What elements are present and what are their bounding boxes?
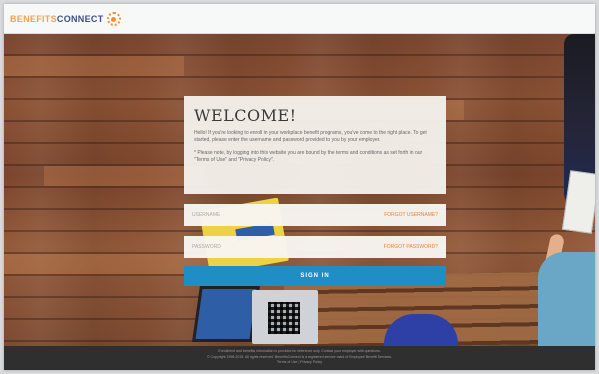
footer-links[interactable]: Terms of Use | Privacy Policy (4, 360, 595, 366)
page-footer: Enrollment and benefits information is p… (4, 346, 595, 370)
welcome-terms-note: * Please note, by logging into this webs… (194, 150, 423, 163)
welcome-heading: WELCOME! (194, 106, 297, 125)
forgot-username-link[interactable]: FORGOT USERNAME? (384, 212, 438, 218)
username-field: FORGOT USERNAME? (184, 204, 446, 226)
forgot-password-link[interactable]: FORGOT PASSWORD? (384, 244, 438, 250)
logo-word-connect: CONNECT (56, 14, 104, 24)
password-input[interactable] (192, 244, 352, 250)
person-shirt-image (538, 252, 595, 348)
brand-logo[interactable]: BENEFITSCONNECT (10, 12, 121, 26)
welcome-card: WELCOME! Hello! If you're looking to enr… (184, 96, 446, 194)
logo-wordmark: BENEFITSCONNECT (10, 14, 104, 24)
top-header-bar: BENEFITSCONNECT (4, 4, 595, 34)
password-field: FORGOT PASSWORD? (184, 236, 446, 258)
username-input[interactable] (192, 212, 352, 218)
logo-word-benefits: BENEFITS (10, 14, 57, 24)
gear-logo-icon (106, 12, 121, 26)
laptop-image (192, 286, 324, 346)
sign-in-button[interactable]: SIGN IN (184, 266, 446, 286)
welcome-intro-text: Hello! If you're looking to enroll in yo… (194, 130, 427, 143)
browser-viewport: BENEFITSCONNECT WELCOME! Hello! If you'r… (4, 4, 595, 370)
